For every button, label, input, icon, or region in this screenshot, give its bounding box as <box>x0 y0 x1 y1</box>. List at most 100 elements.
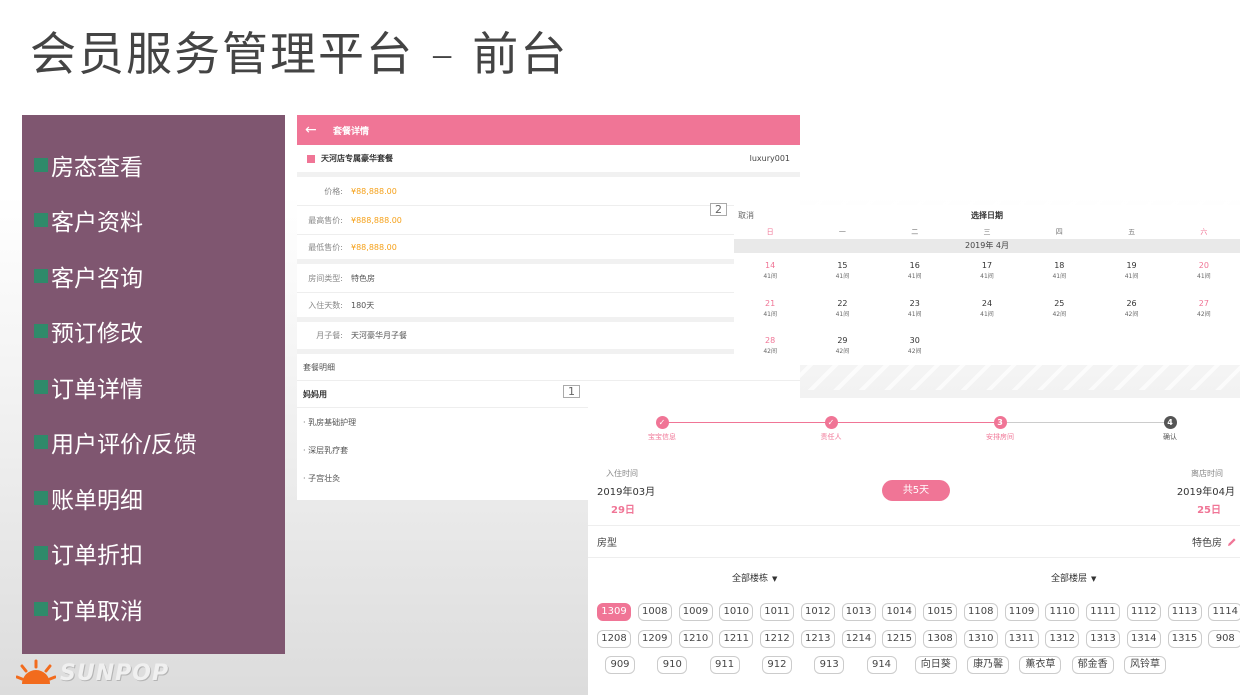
room-button[interactable]: 康乃馨 <box>967 656 1010 674</box>
room-button[interactable]: 1312 <box>1045 630 1080 648</box>
calendar-day[interactable]: 24 41间 <box>951 291 1023 329</box>
days-value: 180天 <box>351 300 375 310</box>
room-button[interactable]: 1208 <box>597 630 631 648</box>
day-number: 14 <box>765 261 776 270</box>
day-number: 15 <box>837 261 848 270</box>
max-price-label: 最高售价: <box>308 215 343 225</box>
weekday-label: 二 <box>911 228 919 236</box>
square-bullet-icon <box>34 157 48 172</box>
day-number: 30 <box>909 336 920 345</box>
room-button[interactable]: 1210 <box>678 630 713 648</box>
roomtype-selector[interactable]: 房型 特色房 <box>588 526 1240 558</box>
room-button[interactable]: 向日葵 <box>914 656 957 674</box>
min-price-label: 最低售价: <box>308 242 343 252</box>
room-button[interactable]: 1008 <box>637 603 672 621</box>
room-button[interactable]: 1309 <box>597 603 631 621</box>
calendar-day[interactable]: 29 42间 <box>806 328 878 366</box>
room-button[interactable]: 1113 <box>1167 603 1202 621</box>
calendar-day[interactable]: 20 41间 <box>1168 253 1240 291</box>
day-number: 28 <box>765 336 776 345</box>
room-button[interactable]: 1112 <box>1126 603 1161 621</box>
caret-down-icon: ▼ <box>772 575 778 583</box>
menu-item[interactable]: 客户资料 <box>22 193 285 249</box>
room-button[interactable]: 1011 <box>760 603 794 621</box>
calendar-day[interactable]: 25 42间 <box>1023 291 1095 329</box>
room-button[interactable]: 1212 <box>760 630 794 648</box>
day-availability: 41间 <box>1197 273 1211 280</box>
weekday-label: 四 <box>1055 228 1063 236</box>
step-label: 确认 <box>1163 433 1177 441</box>
calendar-day[interactable]: 16 41间 <box>879 253 951 291</box>
room-button[interactable]: 1111 <box>1086 603 1120 621</box>
room-button[interactable]: 1311 <box>1004 630 1039 648</box>
room-button[interactable]: 1013 <box>841 603 876 621</box>
calendar-day[interactable]: 14 41间 <box>734 253 806 291</box>
menu-item[interactable]: 用户评价/反馈 <box>22 415 285 471</box>
room-button[interactable]: 913 <box>814 656 845 674</box>
menu-item[interactable]: 订单折扣 <box>22 526 285 582</box>
menu-item[interactable]: 客户咨询 <box>22 248 285 304</box>
calendar-day[interactable]: 30 42间 <box>879 328 951 366</box>
room-button[interactable]: 908 <box>1208 630 1240 648</box>
menu-item-label: 预订修改 <box>51 321 143 348</box>
menu-item[interactable]: 订单取消 <box>22 581 285 637</box>
room-button[interactable]: 1313 <box>1086 630 1120 648</box>
stay-dates: 入住时间 2019年03月 29日 共5天 离店时间 2019年04月 25日 <box>588 450 1240 526</box>
weekday-label: 五 <box>1128 228 1136 236</box>
edit-pencil-icon[interactable] <box>1227 537 1237 547</box>
room-button[interactable]: 1308 <box>923 630 957 648</box>
room-button[interactable]: 1010 <box>719 603 754 621</box>
room-button[interactable]: 风铃草 <box>1124 656 1166 674</box>
calendar-day[interactable]: 27 42间 <box>1168 291 1240 329</box>
room-button[interactable]: 1114 <box>1208 603 1240 621</box>
back-arrow-icon[interactable]: ← <box>305 122 325 138</box>
room-button[interactable]: 1213 <box>800 630 835 648</box>
booking-step: 4 确认 <box>1140 416 1200 442</box>
menu-item[interactable]: 房态查看 <box>22 137 285 193</box>
room-button[interactable]: 薰衣草 <box>1019 656 1062 674</box>
room-button[interactable]: 1015 <box>923 603 957 621</box>
calendar-day[interactable]: 28 42间 <box>734 328 806 366</box>
room-button[interactable]: 1211 <box>719 630 754 648</box>
room-button[interactable]: 1110 <box>1045 603 1080 621</box>
roomtype-row: 房间类型: 特色房 <box>297 264 800 293</box>
room-button[interactable]: 1109 <box>1004 603 1039 621</box>
room-button[interactable]: 1214 <box>841 630 876 648</box>
room-button[interactable]: 郁金香 <box>1071 656 1114 674</box>
room-button[interactable]: 1009 <box>678 603 713 621</box>
calendar-day[interactable]: 15 41间 <box>806 253 878 291</box>
room-button[interactable]: 1310 <box>963 630 998 648</box>
menu-item[interactable]: 订单详情 <box>22 359 285 415</box>
calendar-day[interactable]: 26 42间 <box>1095 291 1167 329</box>
calendar-cancel-button[interactable]: 取消 <box>738 210 754 221</box>
menu-item[interactable]: 预订修改 <box>22 304 285 360</box>
menu-item-label: 订单取消 <box>51 598 143 625</box>
menu-item[interactable]: 账单明细 <box>22 470 285 526</box>
room-button[interactable]: 1314 <box>1126 630 1161 648</box>
building-filter-dropdown[interactable]: 全部楼栋 ▼ <box>732 571 777 584</box>
room-button[interactable]: 1012 <box>800 603 835 621</box>
room-button[interactable]: 1215 <box>882 630 917 648</box>
room-button[interactable]: 911 <box>709 656 740 674</box>
room-button[interactable]: 1014 <box>882 603 917 621</box>
room-button[interactable]: 912 <box>761 656 792 674</box>
menu-item-label: 订单详情 <box>51 376 143 403</box>
room-button[interactable]: 909 <box>605 656 635 674</box>
calendar-day[interactable]: 18 41间 <box>1023 253 1095 291</box>
checkout-block[interactable]: 离店时间 2019年04月 25日 <box>1177 468 1235 516</box>
calendar-day[interactable]: 19 41间 <box>1095 253 1167 291</box>
checkin-block[interactable]: 入住时间 2019年03月 29日 <box>597 468 655 516</box>
floor-filter-dropdown[interactable]: 全部楼层 ▼ <box>1051 571 1096 584</box>
room-button[interactable]: 1209 <box>637 630 672 648</box>
room-button[interactable]: 1315 <box>1167 630 1202 648</box>
price-row: 价格: ¥88,888.00 <box>297 177 800 206</box>
room-button[interactable]: 910 <box>657 656 688 674</box>
calendar-day[interactable]: 23 41间 <box>879 291 951 329</box>
room-button[interactable]: 914 <box>866 656 897 674</box>
booking-step: ✓ 宝宝信息 <box>632 416 692 442</box>
calendar-day[interactable]: 21 41间 <box>734 291 806 329</box>
sun-icon <box>16 659 56 684</box>
room-button[interactable]: 1108 <box>963 603 998 621</box>
calendar-day[interactable]: 17 41间 <box>951 253 1023 291</box>
calendar-day[interactable]: 22 41间 <box>806 291 878 329</box>
